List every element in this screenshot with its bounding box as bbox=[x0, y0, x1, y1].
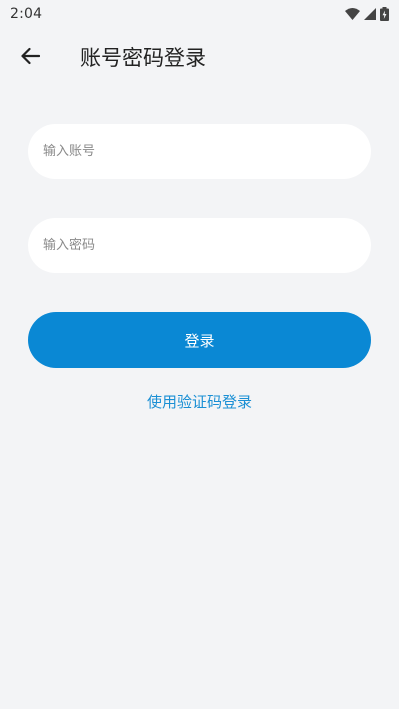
status-time: 2:04 bbox=[10, 6, 43, 22]
arrow-left-icon bbox=[20, 46, 41, 70]
login-button[interactable]: 登录 bbox=[28, 312, 371, 368]
wifi-icon bbox=[345, 8, 360, 20]
status-bar: 2:04 bbox=[0, 0, 399, 28]
battery-icon bbox=[380, 7, 389, 21]
account-input[interactable] bbox=[41, 143, 358, 160]
verification-code-login-link[interactable]: 使用验证码登录 bbox=[0, 390, 399, 414]
app-bar: 账号密码登录 bbox=[0, 28, 399, 88]
back-button[interactable] bbox=[14, 42, 46, 74]
signal-icon bbox=[364, 8, 376, 20]
password-field-container bbox=[28, 218, 371, 273]
page-title: 账号密码登录 bbox=[80, 46, 206, 70]
password-input[interactable] bbox=[41, 237, 358, 254]
status-icons bbox=[345, 7, 389, 21]
account-field-container bbox=[28, 124, 371, 179]
